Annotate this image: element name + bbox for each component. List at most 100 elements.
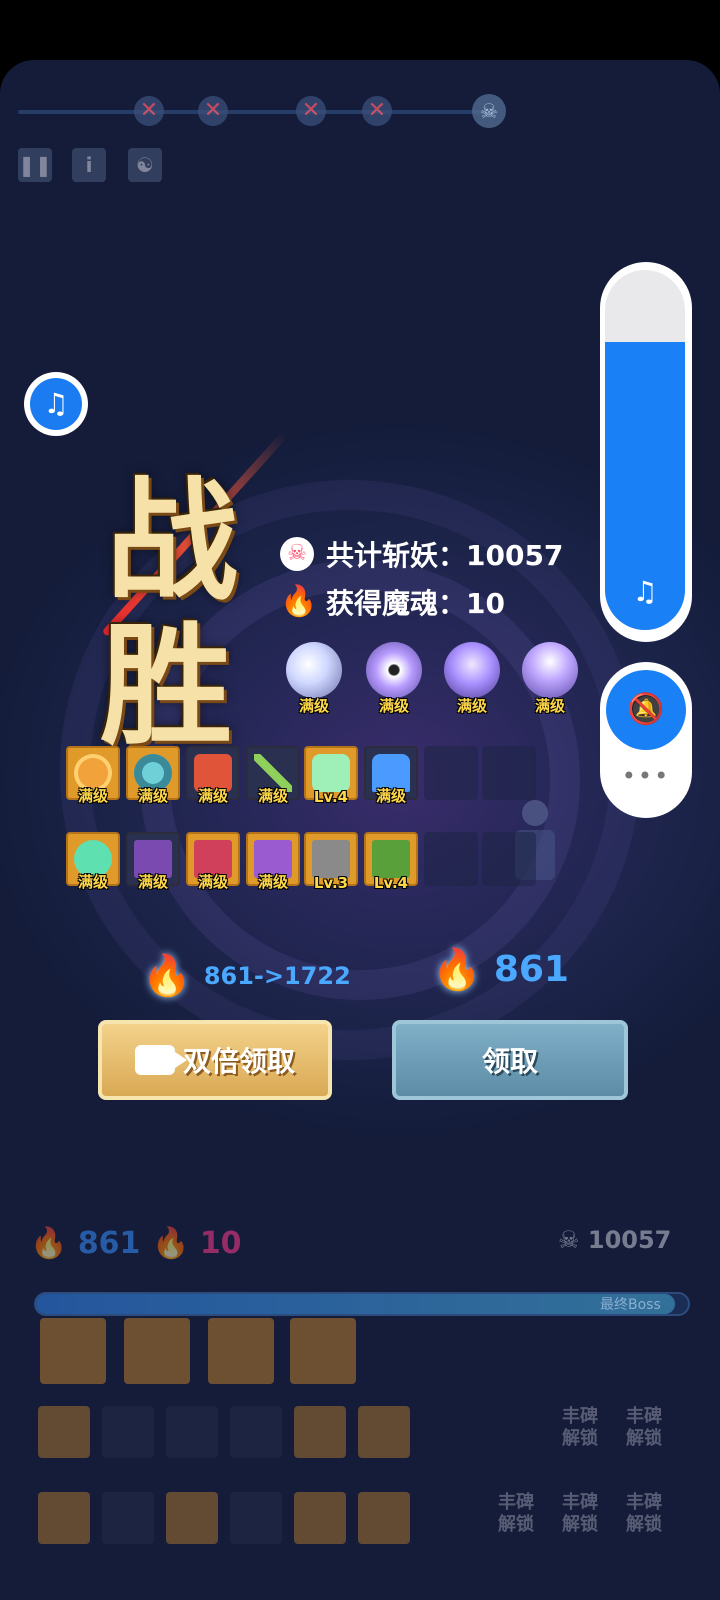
item-ring: 满级: [126, 746, 180, 805]
pause-button[interactable]: ❚❚: [18, 148, 52, 182]
locked-text: 解锁: [562, 1428, 598, 1449]
boss-wave-icon: ☠: [472, 94, 506, 128]
orb-wind: 满级: [440, 640, 504, 715]
soul-flame-icon: 🔥: [432, 947, 482, 993]
item-sage: 满级: [364, 746, 418, 805]
locked-slot: 丰碑 解锁: [550, 1406, 610, 1450]
orb-shield: 满级: [518, 640, 582, 715]
empty-slot: [482, 832, 536, 886]
locked-text: 解锁: [498, 1514, 534, 1535]
bell-mute-icon[interactable]: 🔕: [606, 670, 686, 750]
kill-count-label: 共计斩妖：10057: [326, 539, 564, 572]
locked-slot: 丰碑 解锁: [486, 1492, 546, 1536]
book-icon: [312, 840, 350, 878]
wave-progress-track: [18, 110, 498, 114]
orb-vortex: 满级: [362, 640, 426, 715]
double-claim-label: 双倍领取: [182, 1045, 295, 1078]
flame-icon: 🔥: [152, 1226, 190, 1261]
item-jade: Lv.4: [304, 746, 358, 806]
hud-pink-souls-value: 10: [199, 1226, 242, 1261]
soul-count-label: 获得魔魂：10: [326, 587, 505, 620]
item-level: 满级: [137, 873, 168, 891]
info-button[interactable]: i: [72, 148, 106, 182]
boss-progress-fill: [36, 1294, 675, 1314]
vortex-orb-icon: [366, 642, 422, 698]
item-level: 满级: [375, 787, 406, 805]
locked-text: 丰碑: [562, 1492, 598, 1513]
jade-icon: [312, 754, 350, 792]
shield-orb-icon: [522, 642, 578, 698]
item-book-grey: Lv.3: [304, 832, 358, 892]
normal-reward-value: 861: [493, 949, 569, 990]
claim-button[interactable]: 领取: [392, 1020, 628, 1100]
more-options-icon[interactable]: •••: [600, 762, 692, 790]
music-shortcut-button[interactable]: ♫: [24, 372, 88, 436]
item-spear: 满级: [246, 746, 300, 805]
item-level: Lv.3: [313, 874, 349, 892]
equipped-slot: [290, 1318, 356, 1384]
orb-level: 满级: [298, 697, 329, 715]
item-level: 满级: [257, 873, 288, 891]
wave-cleared-marker: ✕: [198, 96, 228, 126]
item-level: 满级: [137, 787, 168, 805]
equipped-slot: [230, 1492, 282, 1544]
soul-count-stat: 🔥 获得魔魂：10: [280, 582, 505, 622]
music-note-icon: ♫: [632, 575, 658, 608]
orb-level: 满级: [534, 697, 565, 715]
equipped-slot: [358, 1492, 410, 1544]
boss-progress-bar: [34, 1292, 690, 1316]
media-volume-slider[interactable]: ♫: [605, 270, 685, 630]
locked-text: 解锁: [626, 1428, 662, 1449]
equipped-slot: [38, 1492, 90, 1544]
item-pillow: 满级: [66, 832, 120, 891]
hud-blue-souls-value: 861: [77, 1226, 141, 1261]
item-level: 满级: [197, 873, 228, 891]
item-guardian: 满级: [186, 746, 240, 805]
kill-count-stat: ☠ 共计斩妖：10057: [280, 534, 563, 574]
hud-kills: ☠ 10057: [558, 1226, 671, 1254]
locked-text: 解锁: [626, 1514, 662, 1535]
item-book-violet: 满级: [246, 832, 300, 891]
book-icon: [372, 840, 410, 878]
victory-char-2: 胜: [100, 609, 232, 764]
hud-blue-souls: 🔥 861: [30, 1226, 140, 1261]
empty-slot: [424, 832, 478, 886]
orb-level: 满级: [378, 697, 409, 715]
locked-text: 丰碑: [562, 1406, 598, 1427]
claim-label: 领取: [481, 1045, 538, 1078]
item-level: 满级: [77, 787, 108, 805]
wave-cleared-marker: ✕: [362, 96, 392, 126]
item-book-purple: 满级: [126, 832, 180, 891]
equipped-slot: [38, 1406, 90, 1458]
item-level: 满级: [257, 787, 288, 805]
empty-slot: [482, 746, 536, 800]
item-book-red: 满级: [186, 832, 240, 891]
flame-icon: 🔥: [280, 584, 318, 619]
skull-icon: ☠: [558, 1226, 580, 1254]
orb-level: 满级: [456, 697, 487, 715]
equipped-slot: [358, 1406, 410, 1458]
equipped-slot: [166, 1492, 218, 1544]
equipped-slot: [102, 1492, 154, 1544]
equipped-slot: [208, 1318, 274, 1384]
equipped-slot: [40, 1318, 106, 1384]
item-lotus: 满级: [66, 746, 120, 805]
locked-slot: 丰碑 解锁: [614, 1406, 674, 1450]
music-note-icon: ♫: [30, 378, 82, 430]
equipped-slot: [294, 1492, 346, 1544]
locked-text: 丰碑: [626, 1406, 662, 1427]
double-reward: 🔥 861->1722: [142, 952, 351, 999]
normal-reward: 🔥 861: [432, 946, 569, 993]
double-claim-button[interactable]: 双倍领取: [98, 1020, 332, 1100]
wave-cleared-marker: ✕: [296, 96, 326, 126]
item-level: 满级: [197, 787, 228, 805]
empty-slot: [424, 746, 478, 800]
equipped-slot: [166, 1406, 218, 1458]
equipped-slot: [230, 1406, 282, 1458]
video-icon: [134, 1045, 187, 1075]
hud-pink-souls: 🔥 10: [152, 1226, 242, 1261]
locked-slot: 丰碑 解锁: [550, 1492, 610, 1536]
yin-yang-button[interactable]: ☯: [128, 148, 162, 182]
wave-cleared-marker: ✕: [134, 96, 164, 126]
skull-icon: ☠: [280, 537, 314, 571]
